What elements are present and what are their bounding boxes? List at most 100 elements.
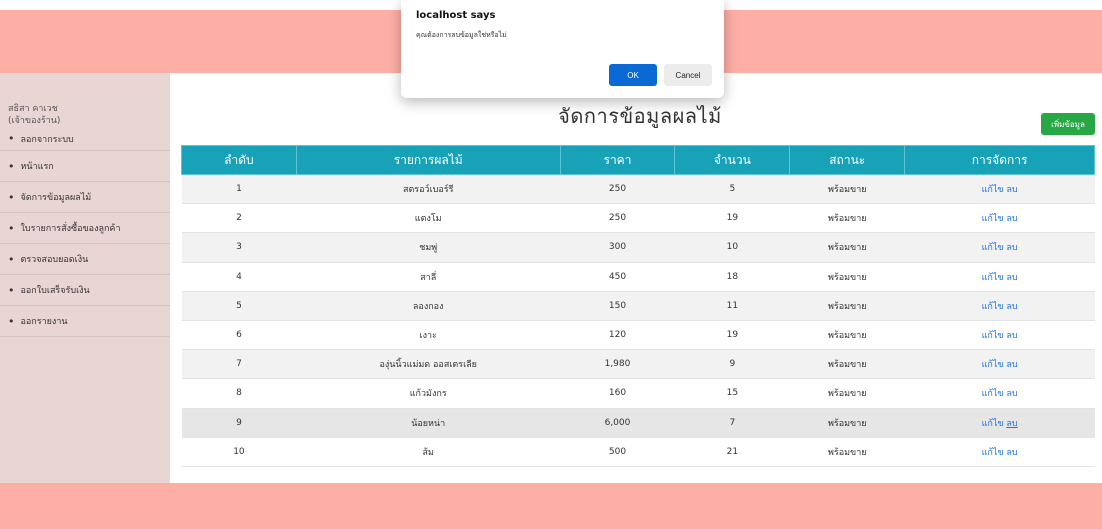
column-header-name: รายการผลไม้ — [295, 145, 561, 175]
cell-qty: 15 — [674, 378, 790, 409]
cell-actions: แก้ไข ลบ — [904, 349, 1095, 380]
delete-link[interactable]: ลบ — [1006, 273, 1017, 283]
column-header-qty: จำนวน — [674, 145, 791, 175]
cell-qty: 18 — [674, 262, 790, 292]
table-row: 4 สาลี่ 450 18 พร้อมขาย แก้ไข ลบ — [181, 262, 1095, 292]
user-info: สธิสา คาเวช (เจ้าของร้าน) — [8, 103, 60, 127]
table-row: 8 แก้วมังกร 160 15 พร้อมขาย แก้ไข ลบ — [181, 378, 1095, 409]
bullet-icon: • — [8, 314, 15, 328]
cell-name: ชมพู่ — [296, 232, 561, 263]
cell-actions: แก้ไข ลบ — [904, 320, 1095, 351]
cell-qty: 19 — [674, 203, 790, 234]
sidebar-item-manage-fruits[interactable]: • จัดการข้อมูลผลไม้ — [0, 182, 170, 213]
edit-link[interactable]: แก้ไข — [982, 185, 1004, 195]
edit-link[interactable]: แก้ไข — [982, 389, 1004, 399]
cell-no: 8 — [181, 378, 297, 409]
cell-price: 1,980 — [560, 349, 675, 380]
sidebar-item-label: จัดการข้อมูลผลไม้ — [20, 193, 92, 203]
cell-status: พร้อมขาย — [789, 291, 905, 321]
cell-status: พร้อมขาย — [789, 378, 905, 409]
cell-actions: แก้ไข ลบ — [904, 203, 1095, 234]
cell-name: ลองกอง — [296, 291, 561, 321]
edit-link[interactable]: แก้ไข — [982, 214, 1004, 224]
cell-no: 4 — [181, 262, 297, 292]
delete-link[interactable]: ลบ — [1006, 389, 1017, 399]
edit-link[interactable]: แก้ไข — [982, 419, 1004, 429]
cell-qty: 21 — [674, 437, 790, 467]
edit-link[interactable]: แก้ไข — [982, 331, 1004, 341]
table-row: 6 เงาะ 120 19 พร้อมขาย แก้ไข ลบ — [181, 320, 1095, 351]
table-row: 1 สตรอว์เบอร์รี 250 5 พร้อมขาย แก้ไข ลบ — [181, 174, 1095, 205]
cell-name: แตงโม — [296, 203, 561, 234]
sidebar-item-orders[interactable]: • ใบรายการสั่งซื้อของลูกค้า — [0, 213, 170, 244]
cell-name: น้อยหน่า — [296, 408, 561, 438]
bullet-icon: • — [8, 283, 15, 297]
table-row: 7 องุ่นนิ้วแม่มด ออสเตรเลีย 1,980 9 พร้อมขาย… — [181, 349, 1095, 380]
column-header-no: ลำดับ — [181, 145, 297, 175]
cell-name: สตรอว์เบอร์รี — [296, 174, 561, 205]
sidebar-item-label: ลอกจากระบบ — [20, 134, 74, 145]
sidebar-menu: • ลอกจากระบบ • หน้าแรก • จัดการข้อมูลผลไม้ … — [0, 127, 170, 337]
sidebar-item-label: ใบรายการสั่งซื้อของลูกค้า — [20, 224, 121, 234]
dialog-title: localhost says — [416, 10, 496, 21]
column-header-actions: การจัดการ — [904, 145, 1095, 175]
user-role: (เจ้าของร้าน) — [8, 116, 61, 126]
cell-status: พร้อมขาย — [789, 262, 905, 292]
cell-status: พร้อมขาย — [789, 203, 905, 234]
delete-link[interactable]: ลบ — [1006, 214, 1017, 224]
cell-price: 150 — [560, 291, 675, 321]
delete-link[interactable]: ลบ — [1006, 448, 1017, 458]
cell-actions: แก้ไข ลบ — [904, 437, 1095, 467]
edit-link[interactable]: แก้ไข — [982, 302, 1004, 312]
delete-link[interactable]: ลบ — [1006, 331, 1017, 341]
cell-price: 300 — [560, 232, 675, 263]
column-header-status: สถานะ — [789, 145, 906, 175]
cell-status: พร้อมขาย — [789, 174, 905, 205]
sidebar-item-logout[interactable]: • ลอกจากระบบ — [0, 127, 170, 151]
delete-link[interactable]: ลบ — [1006, 243, 1017, 253]
edit-link[interactable]: แก้ไข — [982, 273, 1004, 283]
cell-no: 1 — [181, 174, 297, 205]
sidebar-item-check-payment[interactable]: • ตรวจสอบยอดเงิน — [0, 244, 170, 275]
sidebar: สธิสา คาเวช (เจ้าของร้าน) • ลอกจากระบบ • ห… — [0, 73, 170, 483]
bullet-icon: • — [8, 132, 15, 145]
sidebar-item-label: หน้าแรก — [20, 162, 54, 172]
cell-no: 2 — [181, 203, 297, 234]
delete-link[interactable]: ลบ — [1006, 419, 1017, 429]
user-name: สธิสา คาเวช — [8, 104, 58, 114]
cell-name: เงาะ — [296, 320, 561, 351]
sidebar-item-report[interactable]: • ออกรายงาน — [0, 306, 170, 337]
cell-name: สาลี่ — [296, 262, 561, 292]
table-row: 10 ส้ม 500 21 พร้อมขาย แก้ไข ลบ — [181, 437, 1095, 467]
add-data-button[interactable]: เพิ่มข้อมูล — [1041, 113, 1095, 135]
edit-link[interactable]: แก้ไข — [982, 243, 1004, 253]
delete-link[interactable]: ลบ — [1006, 302, 1017, 312]
cell-price: 250 — [560, 203, 675, 234]
cancel-button[interactable]: Cancel — [664, 64, 712, 86]
edit-link[interactable]: แก้ไข — [982, 448, 1004, 458]
cell-no: 3 — [181, 232, 297, 263]
cell-name: องุ่นนิ้วแม่มด ออสเตรเลีย — [296, 349, 561, 380]
table-header-row: ลำดับ รายการผลไม้ ราคา จำนวน สถานะ การจั… — [181, 145, 1095, 175]
edit-link[interactable]: แก้ไข — [982, 360, 1004, 370]
cell-price: 450 — [560, 262, 675, 292]
bullet-icon: • — [8, 221, 15, 235]
cell-price: 250 — [560, 174, 675, 205]
page-title: จัดการข้อมูลผลไม้ — [558, 104, 722, 128]
table-row: 5 ลองกอง 150 11 พร้อมขาย แก้ไข ลบ — [181, 291, 1095, 321]
cell-actions: แก้ไข ลบ — [904, 232, 1095, 263]
sidebar-item-label: ตรวจสอบยอดเงิน — [20, 255, 89, 265]
sidebar-item-receipt[interactable]: • ออกใบเสร็จรับเงิน — [0, 275, 170, 306]
cell-qty: 9 — [674, 349, 790, 380]
ok-button[interactable]: OK — [609, 64, 657, 86]
cell-qty: 7 — [674, 408, 790, 438]
table-row: 3 ชมพู่ 300 10 พร้อมขาย แก้ไข ลบ — [181, 232, 1095, 263]
sidebar-item-label: ออกรายงาน — [20, 317, 68, 327]
cell-qty: 11 — [674, 291, 790, 321]
column-header-price: ราคา — [559, 145, 676, 175]
dialog-message: คุณต้องการลบข้อมูลใช่หรือไม่ — [416, 31, 507, 39]
delete-link[interactable]: ลบ — [1006, 185, 1017, 195]
delete-link[interactable]: ลบ — [1006, 360, 1017, 370]
cell-qty: 19 — [674, 320, 790, 351]
sidebar-item-home[interactable]: • หน้าแรก — [0, 151, 170, 182]
